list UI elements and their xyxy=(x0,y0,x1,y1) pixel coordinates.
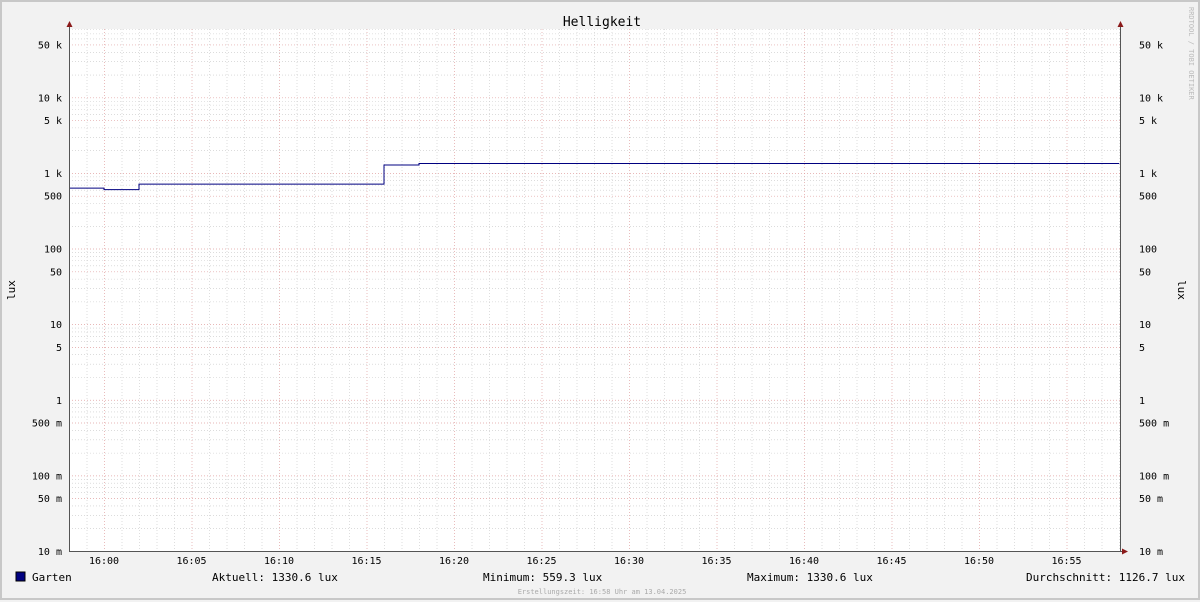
y-tick-label-left: 100 m xyxy=(32,471,62,482)
legend-maximum: Maximum: 1330.6 lux xyxy=(747,571,873,584)
y-tick-label-left: 5 k xyxy=(44,116,62,127)
x-tick-label: 16:40 xyxy=(789,556,819,567)
y-tick-label-right: 1 xyxy=(1139,396,1145,407)
y-axis-arrow-left xyxy=(66,21,73,27)
y-tick-label-left: 50 xyxy=(50,267,62,278)
x-tick-label: 16:30 xyxy=(614,556,644,567)
y-tick-label-right: 10 k xyxy=(1139,93,1163,104)
legend-average: Durchschnitt: 1126.7 lux xyxy=(1026,571,1185,584)
x-axis-arrow xyxy=(1122,548,1128,555)
y-tick-label-right: 10 xyxy=(1139,320,1151,331)
y-axis-label-right: lux xyxy=(1175,280,1188,300)
y-tick-label-left: 10 xyxy=(50,320,62,331)
y-tick-label-right: 100 m xyxy=(1139,471,1169,482)
y-tick-label-right: 500 xyxy=(1139,192,1157,203)
y-tick-label-left: 100 xyxy=(44,245,62,256)
x-tick-label: 16:05 xyxy=(176,556,206,567)
chart-title: Helligkeit xyxy=(563,15,641,30)
y-tick-label-right: 5 k xyxy=(1139,116,1157,127)
x-tick-label: 16:55 xyxy=(1051,556,1081,567)
y-tick-label-left: 1 xyxy=(56,396,62,407)
y-tick-label-left: 1 k xyxy=(44,169,62,180)
x-tick-label: 16:45 xyxy=(876,556,906,567)
y-tick-label-right: 10 m xyxy=(1139,547,1163,558)
y-tick-label-left: 50 k xyxy=(38,40,62,51)
y-axis-arrow-right xyxy=(1117,21,1124,27)
chart-frame: 50 k 50 k 10 k 10 k 5 k 5 k 1 k 1 k 500 500 100 100… xyxy=(0,0,1200,600)
y-tick-label-left: 5 xyxy=(56,343,62,354)
legend-minimum: Minimum: 559.3 lux xyxy=(483,571,603,584)
creation-time: Erstellungszeit: 16:58 Uhr am 13.04.2025 xyxy=(518,588,687,596)
legend-current: Aktuell: 1330.6 lux xyxy=(212,571,338,584)
x-tick-label: 16:35 xyxy=(701,556,731,567)
y-tick-label-right: 5 xyxy=(1139,343,1145,354)
y-tick-label-left: 50 m xyxy=(38,494,62,505)
y-tick-label-right: 50 xyxy=(1139,267,1151,278)
y-tick-label-left: 10 k xyxy=(38,93,62,104)
watermark: RRDTOOL / TOBI OETIKER xyxy=(1187,7,1195,101)
y-tick-label-right: 100 xyxy=(1139,245,1157,256)
y-tick-label-right: 50 k xyxy=(1139,40,1163,51)
x-tick-label: 16:10 xyxy=(264,556,294,567)
y-tick-label-right: 500 m xyxy=(1139,419,1169,430)
y-tick-label-left: 500 xyxy=(44,192,62,203)
y-axis-label-left: lux xyxy=(5,280,18,300)
legend-swatch xyxy=(15,571,26,582)
y-tick-label-left: 10 m xyxy=(38,547,62,558)
x-tick-label: 16:50 xyxy=(964,556,994,567)
y-tick-label-left: 500 m xyxy=(32,419,62,430)
x-tick-label: 16:15 xyxy=(351,556,381,567)
x-tick-label: 16:25 xyxy=(526,556,556,567)
x-tick-label: 16:00 xyxy=(89,556,119,567)
y-tick-label-right: 1 k xyxy=(1139,169,1157,180)
legend-series-name: Garten xyxy=(32,571,72,584)
x-tick-label: 16:20 xyxy=(439,556,469,567)
helligkeit-chart: 50 k 50 k 10 k 10 k 5 k 5 k 1 k 1 k 500 500 100 100… xyxy=(5,7,1195,596)
y-tick-label-right: 50 m xyxy=(1139,494,1163,505)
